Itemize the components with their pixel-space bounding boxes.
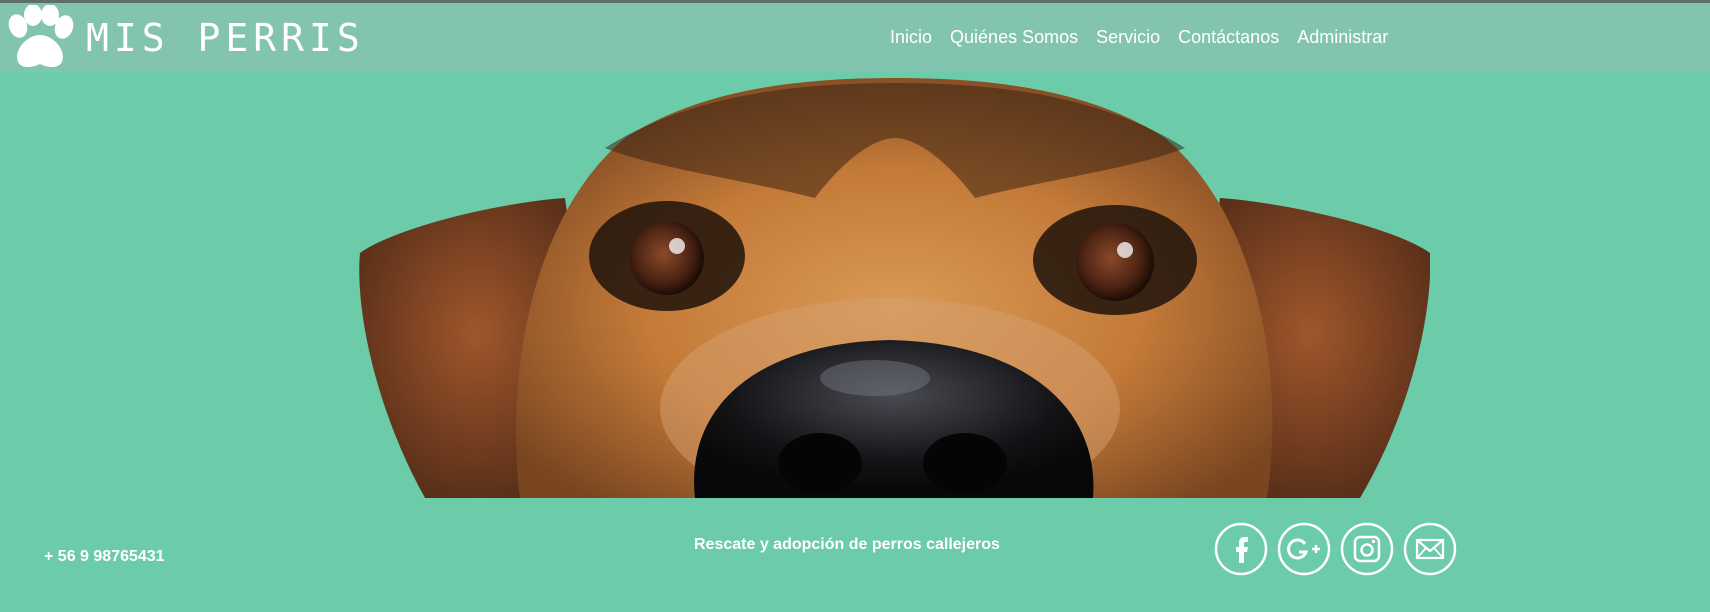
facebook-icon[interactable] bbox=[1214, 522, 1268, 576]
main-nav: Inicio Quiénes Somos Servicio Contáctano… bbox=[890, 3, 1406, 72]
social-links bbox=[1214, 522, 1466, 576]
footer-phone: + 56 9 98765431 bbox=[44, 548, 165, 565]
dog-face-photo bbox=[359, 78, 1430, 498]
nav-link-quienes-somos[interactable]: Quiénes Somos bbox=[950, 27, 1078, 48]
nav-link-administrar[interactable]: Administrar bbox=[1297, 27, 1388, 48]
nav-link-inicio[interactable]: Inicio bbox=[890, 27, 932, 48]
nav-link-servicio[interactable]: Servicio bbox=[1096, 27, 1160, 48]
mail-icon[interactable] bbox=[1403, 522, 1457, 576]
paw-icon bbox=[8, 4, 74, 67]
google-plus-icon[interactable] bbox=[1277, 522, 1331, 576]
brand-link[interactable]: MIS PERRIS bbox=[4, 3, 365, 72]
footer-tagline: Rescate y adopción de perros callejeros bbox=[694, 536, 1000, 553]
instagram-icon[interactable] bbox=[1340, 522, 1394, 576]
nav-link-contactanos[interactable]: Contáctanos bbox=[1178, 27, 1279, 48]
navbar: MIS PERRIS Inicio Quiénes Somos Servicio… bbox=[0, 3, 1710, 72]
brand-name: MIS PERRIS bbox=[86, 15, 365, 60]
